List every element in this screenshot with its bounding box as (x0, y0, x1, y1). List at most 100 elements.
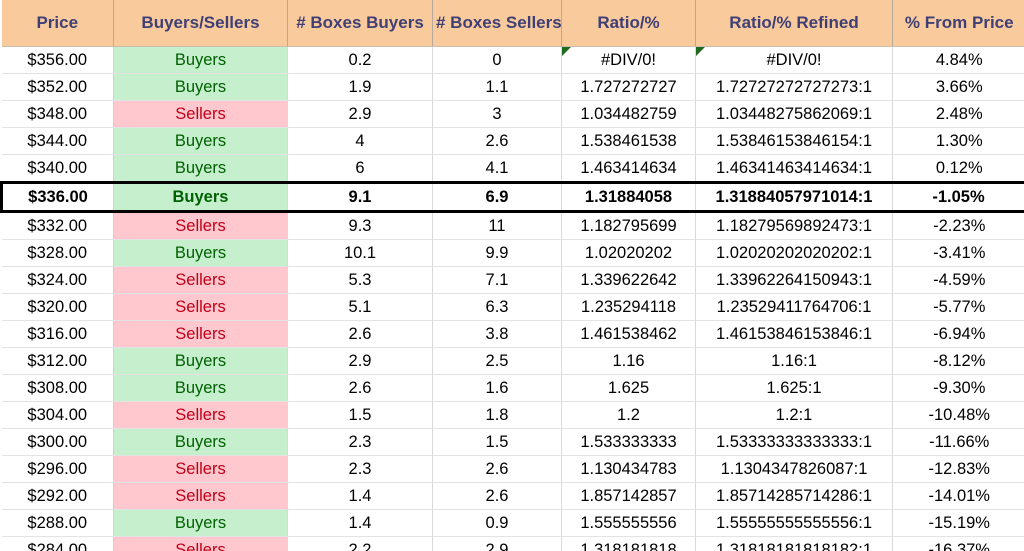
cell-boxes-sellers[interactable]: 2.6 (432, 482, 562, 510)
table-row[interactable]: $344.00 Buyers 4 2.6 1.538461538 1.5384615384… (1, 127, 1024, 155)
cell-ratio-refined[interactable]: 1.31884057971014:1 (695, 181, 893, 213)
table-row[interactable]: $336.00 Buyers 9.1 6.9 1.31884058 1.318840579… (0, 181, 1024, 213)
cell-boxes-buyers[interactable]: 9.3 (287, 211, 433, 240)
cell-pct-from-price[interactable]: -10.48% (892, 401, 1024, 429)
cell-buyers-sellers[interactable]: Sellers (113, 211, 288, 240)
cell-ratio[interactable]: #DIV/0! (561, 46, 696, 74)
cell-boxes-sellers[interactable]: 0.9 (432, 509, 562, 537)
cell-boxes-buyers[interactable]: 5.3 (287, 266, 433, 294)
cell-buyers-sellers[interactable]: Sellers (113, 401, 288, 429)
cell-ratio[interactable]: 1.182795699 (561, 211, 696, 240)
cell-ratio[interactable]: 1.2 (561, 401, 696, 429)
cell-price[interactable]: $340.00 (1, 154, 114, 183)
cell-boxes-buyers[interactable]: 1.5 (287, 401, 433, 429)
table-row[interactable]: $324.00 Sellers 5.3 7.1 1.339622642 1.3396226… (1, 266, 1024, 294)
cell-ratio-refined[interactable]: 1.31818181818182:1 (695, 536, 893, 551)
cell-pct-from-price[interactable]: -5.77% (892, 293, 1024, 321)
cell-price[interactable]: $336.00 (0, 181, 114, 213)
cell-price[interactable]: $288.00 (1, 509, 114, 537)
column-header-boxes-sellers[interactable]: # Boxes Sellers (432, 0, 562, 47)
cell-ratio-refined[interactable]: #DIV/0! (695, 46, 893, 74)
cell-pct-from-price[interactable]: 3.66% (892, 73, 1024, 101)
cell-boxes-sellers[interactable]: 0 (432, 46, 562, 74)
cell-boxes-sellers[interactable]: 6.9 (432, 181, 562, 213)
table-row[interactable]: $296.00 Sellers 2.3 2.6 1.130434783 1.1304347… (1, 455, 1024, 483)
cell-boxes-buyers[interactable]: 6 (287, 154, 433, 183)
cell-ratio-refined[interactable]: 1.85714285714286:1 (695, 482, 893, 510)
cell-boxes-buyers[interactable]: 1.4 (287, 509, 433, 537)
cell-boxes-buyers[interactable]: 1.4 (287, 482, 433, 510)
cell-boxes-sellers[interactable]: 2.5 (432, 347, 562, 375)
cell-boxes-sellers[interactable]: 7.1 (432, 266, 562, 294)
cell-boxes-sellers[interactable]: 3 (432, 100, 562, 128)
cell-boxes-sellers[interactable]: 2.9 (432, 536, 562, 551)
cell-ratio[interactable]: 1.02020202 (561, 239, 696, 267)
cell-ratio-refined[interactable]: 1.625:1 (695, 374, 893, 402)
cell-buyers-sellers[interactable]: Sellers (113, 455, 288, 483)
cell-ratio[interactable]: 1.857142857 (561, 482, 696, 510)
cell-ratio-refined[interactable]: 1.1304347826087:1 (695, 455, 893, 483)
cell-boxes-buyers[interactable]: 2.2 (287, 536, 433, 551)
cell-boxes-sellers[interactable]: 1.5 (432, 428, 562, 456)
cell-ratio[interactable]: 1.31884058 (561, 181, 696, 213)
cell-price[interactable]: $292.00 (1, 482, 114, 510)
cell-price[interactable]: $348.00 (1, 100, 114, 128)
cell-buyers-sellers[interactable]: Buyers (113, 181, 288, 213)
cell-ratio-refined[interactable]: 1.18279569892473:1 (695, 211, 893, 240)
cell-buyers-sellers[interactable]: Buyers (113, 127, 288, 155)
table-row[interactable]: $300.00 Buyers 2.3 1.5 1.533333333 1.53333333… (1, 428, 1024, 456)
cell-buyers-sellers[interactable]: Buyers (113, 239, 288, 267)
table-row[interactable]: $308.00 Buyers 2.6 1.6 1.625 1.625:1 -9.30% (1, 374, 1024, 402)
cell-boxes-buyers[interactable]: 2.3 (287, 455, 433, 483)
cell-boxes-buyers[interactable]: 0.2 (287, 46, 433, 74)
cell-ratio-refined[interactable]: 1.2:1 (695, 401, 893, 429)
cell-ratio[interactable]: 1.339622642 (561, 266, 696, 294)
cell-ratio[interactable]: 1.555555556 (561, 509, 696, 537)
column-header-pct-from-price[interactable]: % From Price (892, 0, 1024, 47)
cell-buyers-sellers[interactable]: Sellers (113, 482, 288, 510)
cell-ratio[interactable]: 1.727272727 (561, 73, 696, 101)
cell-pct-from-price[interactable]: -16.37% (892, 536, 1024, 551)
table-row[interactable]: $316.00 Sellers 2.6 3.8 1.461538462 1.4615384… (1, 320, 1024, 348)
cell-buyers-sellers[interactable]: Sellers (113, 320, 288, 348)
cell-boxes-sellers[interactable]: 1.6 (432, 374, 562, 402)
cell-ratio[interactable]: 1.538461538 (561, 127, 696, 155)
cell-price[interactable]: $308.00 (1, 374, 114, 402)
cell-ratio-refined[interactable]: 1.53846153846154:1 (695, 127, 893, 155)
table-row[interactable]: $328.00 Buyers 10.1 9.9 1.02020202 1.02020202… (1, 239, 1024, 267)
cell-buyers-sellers[interactable]: Sellers (113, 266, 288, 294)
table-row[interactable]: $304.00 Sellers 1.5 1.8 1.2 1.2:1 -10.48% (1, 401, 1024, 429)
cell-pct-from-price[interactable]: -3.41% (892, 239, 1024, 267)
cell-buyers-sellers[interactable]: Buyers (113, 46, 288, 74)
cell-ratio-refined[interactable]: 1.02020202020202:1 (695, 239, 893, 267)
cell-boxes-buyers[interactable]: 10.1 (287, 239, 433, 267)
cell-pct-from-price[interactable]: -11.66% (892, 428, 1024, 456)
cell-ratio-refined[interactable]: 1.55555555555556:1 (695, 509, 893, 537)
cell-buyers-sellers[interactable]: Sellers (113, 100, 288, 128)
cell-ratio[interactable]: 1.533333333 (561, 428, 696, 456)
cell-boxes-sellers[interactable]: 2.6 (432, 455, 562, 483)
cell-buyers-sellers[interactable]: Sellers (113, 293, 288, 321)
cell-ratio[interactable]: 1.625 (561, 374, 696, 402)
table-row[interactable]: $284.00 Sellers 2.2 2.9 1.318181818 1.3181818… (1, 536, 1024, 551)
cell-price[interactable]: $304.00 (1, 401, 114, 429)
cell-ratio-refined[interactable]: 1.46153846153846:1 (695, 320, 893, 348)
table-row[interactable]: $356.00 Buyers 0.2 0 #DIV/0! #DIV/0! 4.84% (1, 46, 1024, 74)
cell-price[interactable]: $332.00 (1, 211, 114, 240)
cell-boxes-sellers[interactable]: 6.3 (432, 293, 562, 321)
cell-boxes-buyers[interactable]: 1.9 (287, 73, 433, 101)
cell-boxes-buyers[interactable]: 5.1 (287, 293, 433, 321)
cell-pct-from-price[interactable]: -12.83% (892, 455, 1024, 483)
cell-price[interactable]: $352.00 (1, 73, 114, 101)
cell-buyers-sellers[interactable]: Buyers (113, 428, 288, 456)
cell-ratio-refined[interactable]: 1.72727272727273:1 (695, 73, 893, 101)
cell-buyers-sellers[interactable]: Buyers (113, 154, 288, 183)
cell-ratio[interactable]: 1.130434783 (561, 455, 696, 483)
table-row[interactable]: $312.00 Buyers 2.9 2.5 1.16 1.16:1 -8.12% (1, 347, 1024, 375)
cell-boxes-buyers[interactable]: 9.1 (287, 181, 433, 213)
cell-boxes-buyers[interactable]: 2.6 (287, 320, 433, 348)
cell-price[interactable]: $300.00 (1, 428, 114, 456)
cell-pct-from-price[interactable]: -9.30% (892, 374, 1024, 402)
cell-price[interactable]: $284.00 (1, 536, 114, 551)
column-header-price[interactable]: Price (1, 0, 114, 47)
